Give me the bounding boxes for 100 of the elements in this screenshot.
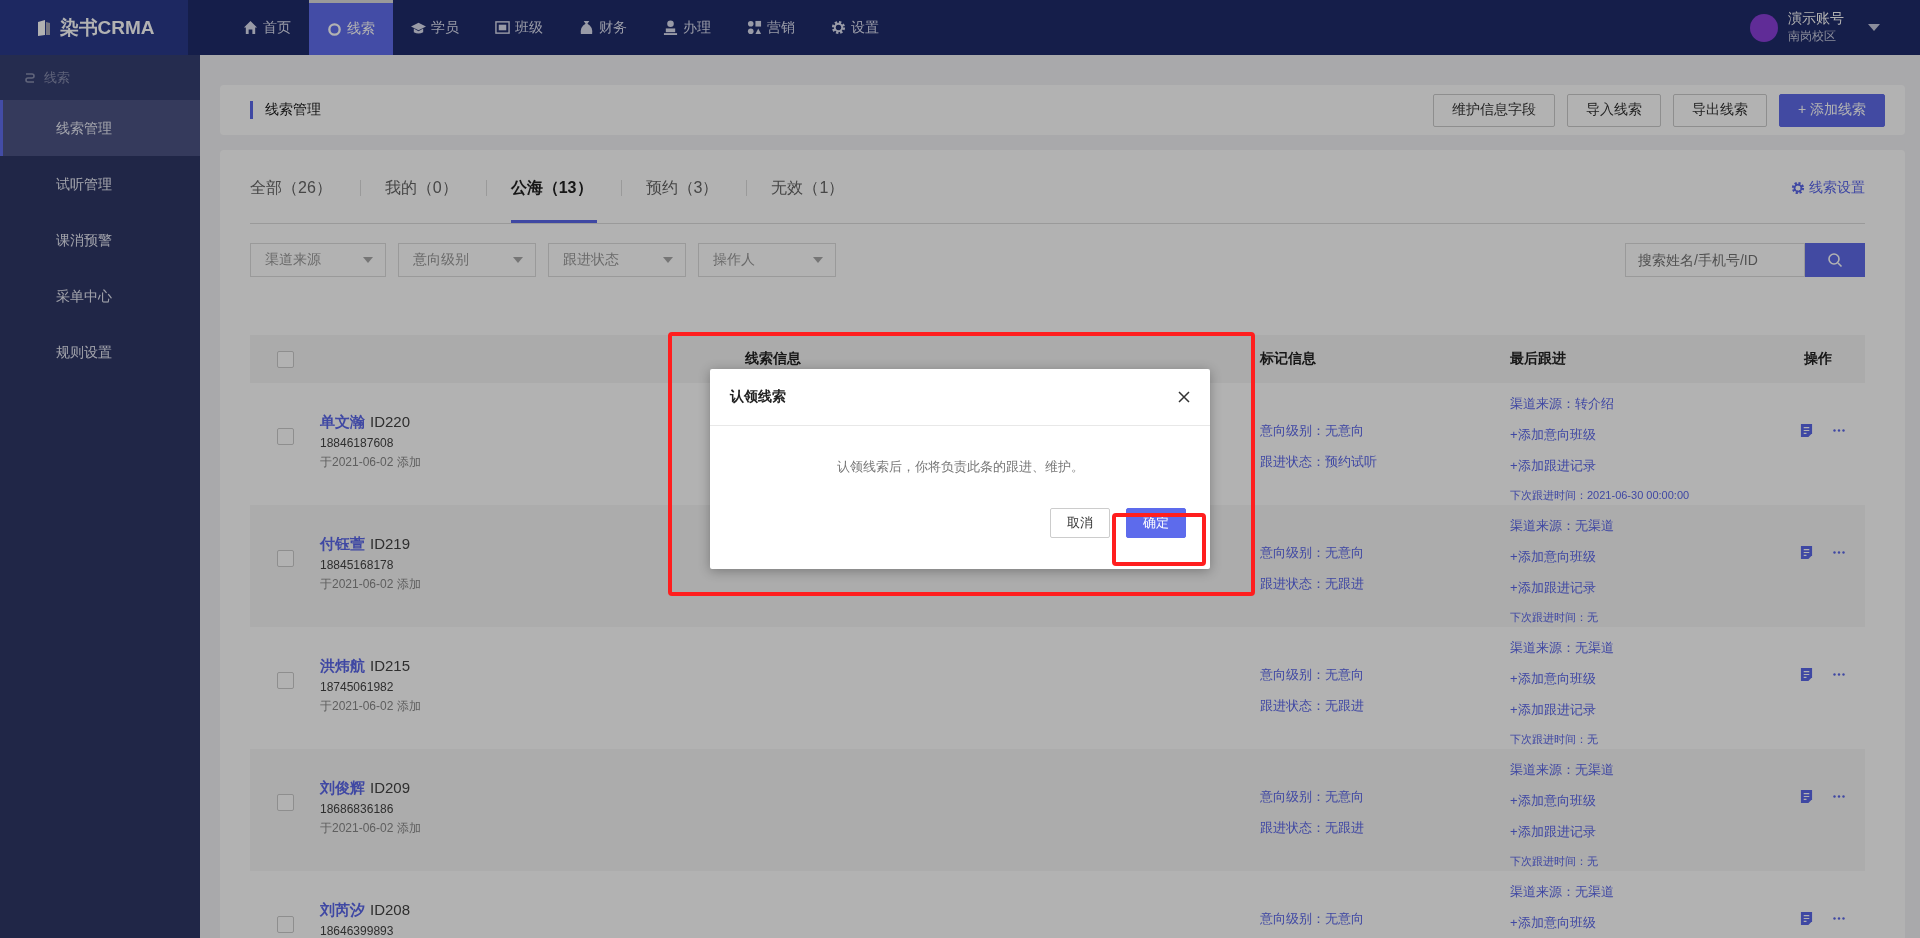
tab[interactable]: 我的（0）	[384, 153, 462, 223]
row-checkbox[interactable]	[276, 916, 294, 933]
note-icon[interactable]	[1800, 667, 1813, 682]
search-button[interactable]	[1805, 243, 1865, 277]
mark-info: 跟进状态：无跟进	[1260, 819, 1365, 837]
add-link[interactable]: +添加跟进记录	[1510, 701, 1770, 719]
nav-menu-item[interactable]: 线索	[309, 0, 393, 55]
add-link[interactable]: +添加跟进记录	[1510, 457, 1770, 475]
lead-id: ID209	[370, 779, 411, 796]
tab[interactable]: 全部（26）	[250, 153, 336, 223]
lead-name-link[interactable]: 洪炜航	[320, 657, 365, 676]
page-title: 线索管理	[250, 101, 321, 119]
column-header: 标记信息	[1260, 350, 1316, 366]
sidebar-item[interactable]: 课消预警	[0, 212, 200, 268]
ring-icon	[327, 21, 342, 37]
mark-info: 意向级别：无意向	[1260, 544, 1365, 562]
settings-icon	[831, 20, 846, 35]
filter-dropdown[interactable]: 操作人	[698, 243, 836, 277]
add-link[interactable]: +添加跟进记录	[1510, 579, 1770, 597]
sidebar-item[interactable]: 试听管理	[0, 156, 200, 212]
column-header: 操作	[1803, 350, 1832, 366]
nav-menu-item[interactable]: 营销	[729, 0, 813, 55]
filter-dropdown[interactable]: 渠道来源	[250, 243, 386, 277]
mark-info: 意向级别：无意向	[1260, 910, 1365, 928]
campus-name: 南岗校区	[1788, 28, 1837, 45]
row-checkbox[interactable]	[276, 550, 294, 567]
caret-icon	[663, 257, 673, 263]
nav-menu-item[interactable]: 财务	[561, 0, 645, 55]
person-icon	[663, 20, 678, 35]
caret-icon	[813, 257, 823, 263]
mark-info: 意向级别：无意向	[1260, 788, 1365, 806]
search-icon	[1827, 252, 1843, 268]
added-date: 于2021-06-02 添加	[320, 454, 421, 471]
link-icon	[24, 71, 36, 84]
added-date: 于2021-06-02 添加	[320, 820, 421, 837]
sidebar-item[interactable]: 线索管理	[0, 100, 200, 156]
more-icon[interactable]	[1833, 673, 1845, 676]
phone-number: 18745061982	[320, 680, 394, 694]
add-link[interactable]: +添加意向班级	[1510, 426, 1770, 444]
nav-menu-item[interactable]: 设置	[813, 0, 897, 55]
header-button[interactable]: 导入线索	[1566, 93, 1661, 127]
account-name: 演示账号	[1788, 10, 1844, 28]
note-icon[interactable]	[1800, 423, 1813, 438]
dialog-title: 认领线索	[730, 388, 786, 406]
tab[interactable]: 无效（1）	[771, 153, 849, 223]
header-button[interactable]: + 添加线索	[1778, 93, 1885, 127]
added-date: 于2021-06-02 添加	[320, 576, 421, 593]
note-icon[interactable]	[1800, 545, 1813, 560]
next-follow-time: 下次跟进时间：无	[1510, 732, 1599, 747]
header-button[interactable]: 导出线索	[1672, 93, 1767, 127]
graduation-cap-icon	[411, 20, 426, 35]
channel-source: 渠道来源：转介绍	[1510, 395, 1615, 413]
sidebar-item[interactable]: 规则设置	[0, 324, 200, 380]
lead-name-link[interactable]: 付钰萱	[320, 535, 365, 554]
phone-number: 18646399893	[320, 924, 394, 938]
caret-icon[interactable]	[1868, 23, 1880, 32]
filter-dropdown[interactable]: 意向级别	[398, 243, 536, 277]
lead-name-link[interactable]: 刘俊辉	[320, 779, 365, 798]
sidebar-item[interactable]: 采单中心	[0, 268, 200, 324]
more-icon[interactable]	[1833, 551, 1845, 554]
phone-number: 18686836186	[320, 802, 394, 816]
next-follow-time: 下次跟进时间：无	[1510, 610, 1599, 625]
more-icon[interactable]	[1833, 795, 1845, 798]
tab[interactable]: 预约（3）	[645, 153, 723, 223]
lead-settings-link[interactable]: 线索设置	[1791, 179, 1865, 197]
more-icon[interactable]	[1833, 429, 1845, 432]
lead-name-link[interactable]: 刘芮汐	[320, 901, 365, 920]
next-follow-time: 下次跟进时间：无	[1510, 854, 1599, 869]
add-link[interactable]: +添加意向班级	[1510, 670, 1770, 688]
nav-menu-item[interactable]: 首页	[225, 0, 309, 55]
nav-menu-item[interactable]: 办理	[645, 0, 729, 55]
note-icon[interactable]	[1800, 911, 1813, 926]
lead-name-link[interactable]: 单文瀚	[320, 413, 365, 432]
lead-id: ID219	[370, 535, 411, 552]
dialog-button[interactable]: 取消	[1050, 508, 1110, 538]
tab[interactable]: 公海（13）	[510, 153, 597, 223]
mark-info: 跟进状态：无跟进	[1260, 697, 1365, 715]
select-all-checkbox[interactable]	[276, 350, 294, 368]
close-icon[interactable]	[1178, 391, 1190, 403]
search-field[interactable]: 搜索姓名/手机号/ID	[1625, 243, 1805, 277]
add-link[interactable]: +添加意向班级	[1510, 548, 1770, 566]
settings-icon	[1791, 181, 1805, 195]
row-checkbox[interactable]	[276, 794, 294, 811]
lead-id: ID220	[370, 413, 411, 430]
channel-source: 渠道来源：无渠道	[1510, 883, 1615, 901]
more-icon[interactable]	[1833, 917, 1845, 920]
add-link[interactable]: +添加意向班级	[1510, 914, 1770, 932]
mark-info: 意向级别：无意向	[1260, 666, 1365, 684]
add-link[interactable]: +添加意向班级	[1510, 792, 1770, 810]
mark-info: 意向级别：无意向	[1260, 422, 1365, 440]
board-icon	[495, 20, 510, 35]
filter-dropdown[interactable]: 跟进状态	[548, 243, 686, 277]
sidebar-section-title: 线索	[44, 68, 70, 87]
row-checkbox[interactable]	[276, 428, 294, 445]
header-button[interactable]: 维护信息字段	[1432, 93, 1555, 127]
note-icon[interactable]	[1800, 789, 1813, 804]
row-checkbox[interactable]	[276, 672, 294, 689]
nav-menu-item[interactable]: 班级	[477, 0, 561, 55]
add-link[interactable]: +添加跟进记录	[1510, 823, 1770, 841]
nav-menu-item[interactable]: 学员	[393, 0, 477, 55]
